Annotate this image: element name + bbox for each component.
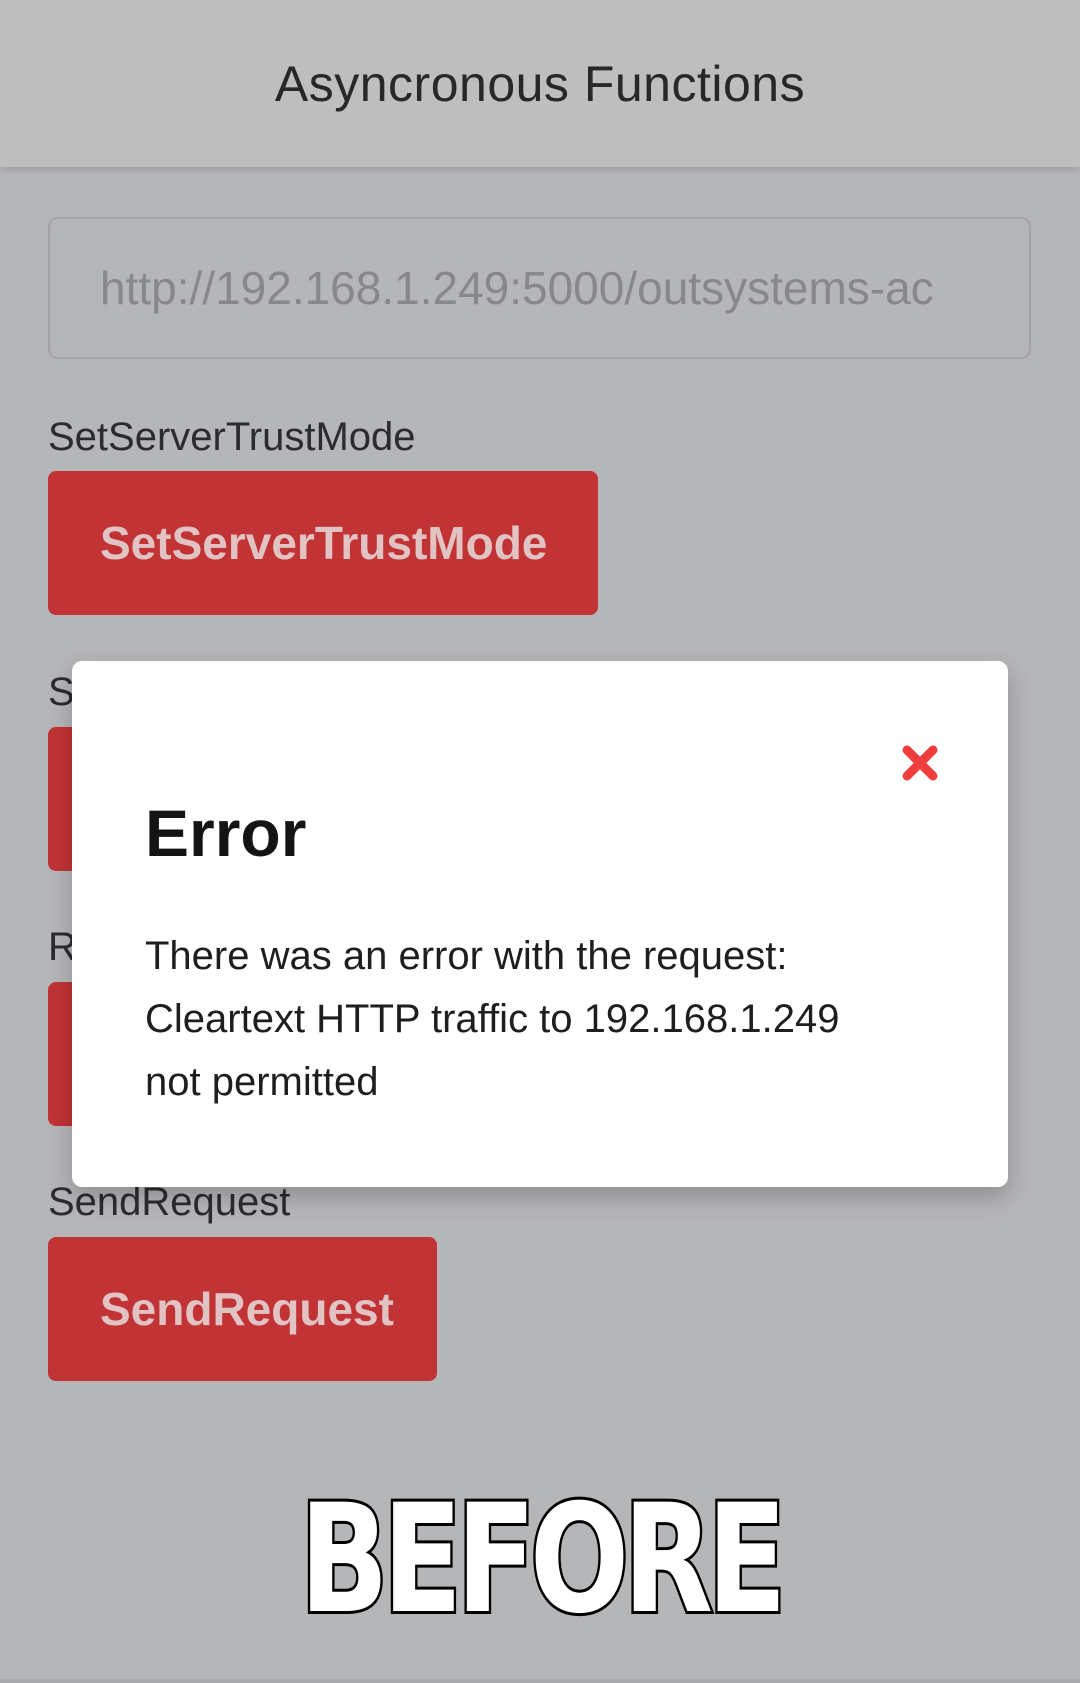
- close-icon[interactable]: [895, 738, 945, 788]
- app-header: Asyncronous Functions: [0, 0, 1080, 167]
- modal-title: Error: [145, 796, 307, 870]
- send-request-button[interactable]: SendRequest: [48, 1237, 437, 1381]
- modal-message: There was an error with the request: Cle…: [145, 934, 840, 1104]
- bottom-divider: [0, 1679, 1080, 1683]
- section-label-set-server-trust-mode: SetServerTrustMode: [48, 415, 416, 459]
- before-caption: BEFORE: [297, 1473, 789, 1647]
- url-input[interactable]: [48, 217, 1031, 359]
- set-server-trust-mode-button[interactable]: SetServerTrustMode: [48, 471, 598, 615]
- section-label-partial-s: S: [48, 670, 75, 714]
- page-title: Asyncronous Functions: [274, 55, 806, 112]
